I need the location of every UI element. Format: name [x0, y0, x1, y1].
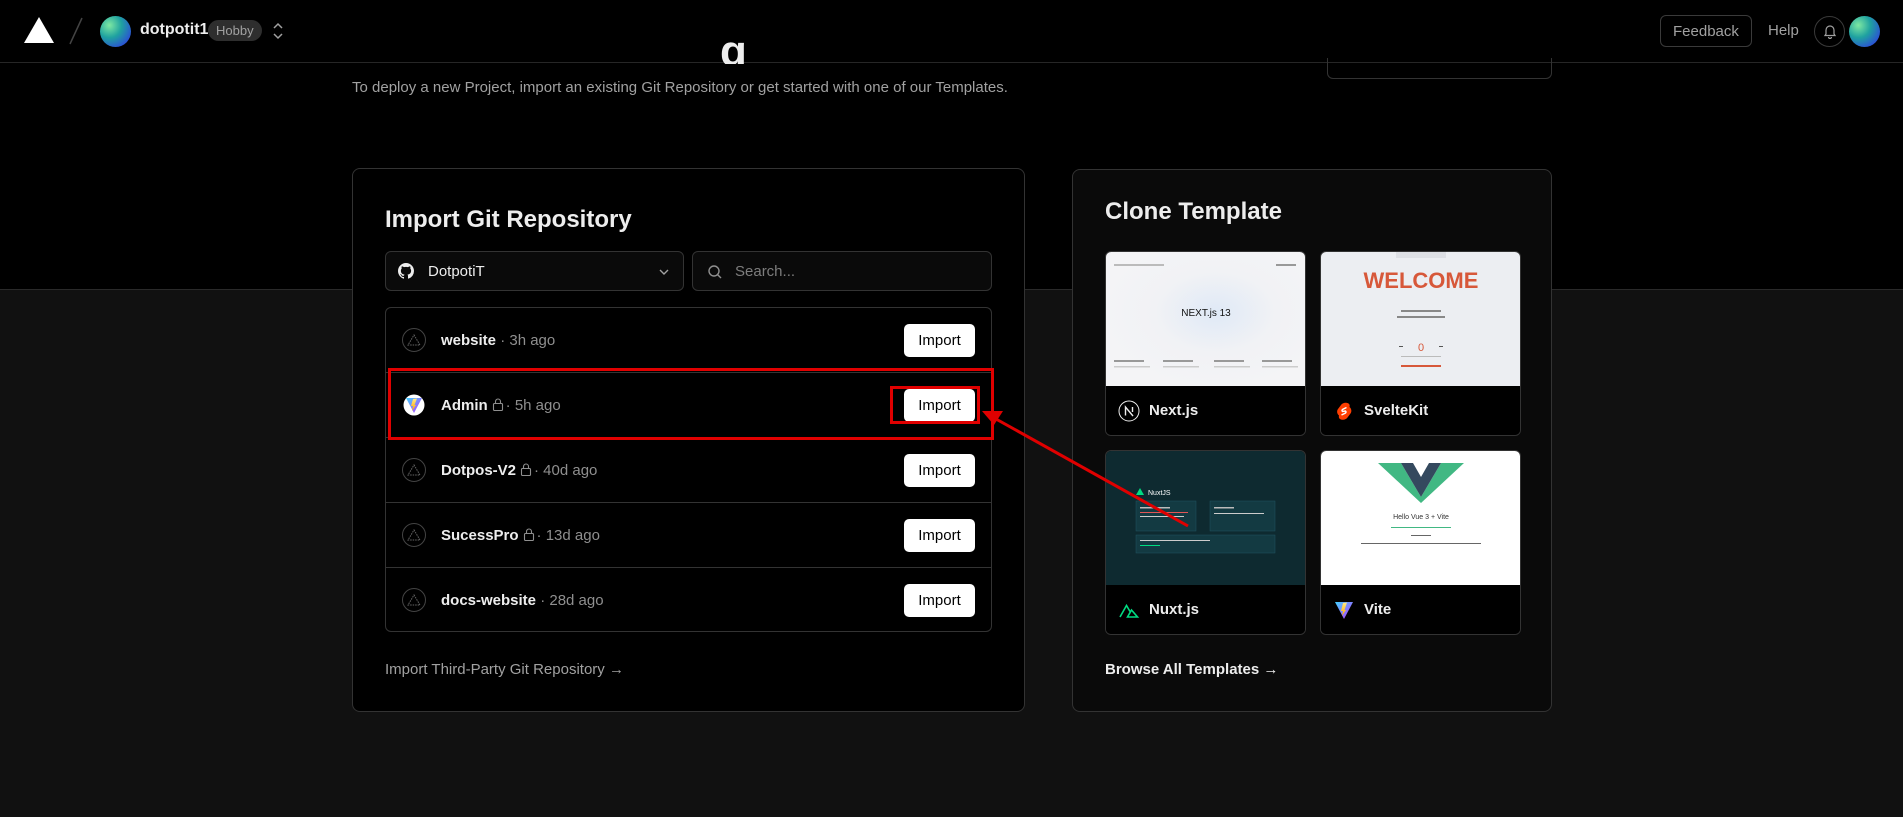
vercel-icon: [402, 328, 426, 352]
template-tile-vite[interactable]: Hello Vue 3 + Vite Vite: [1320, 450, 1521, 635]
clone-template-title: Clone Template: [1105, 198, 1282, 225]
repo-name[interactable]: docs-website · 28d ago: [441, 592, 604, 609]
page-title: g: [720, 30, 747, 64]
repo-row-admin: Admin · 5h ago Import: [386, 373, 991, 438]
template-tile-nuxtjs[interactable]: NuxtJS Nuxt.js: [1105, 450, 1306, 635]
plan-badge: Hobby: [208, 20, 262, 41]
repo-row-dotpos-v2: Dotpos-V2 · 40d ago Import: [386, 438, 991, 503]
template-name: Next.js: [1149, 402, 1199, 419]
chevron-up-down-icon[interactable]: [271, 20, 285, 42]
import-button[interactable]: Import: [904, 454, 975, 487]
clone-template-card: Clone Template NEXT.js 13 Next.js WELCOM…: [1072, 169, 1552, 712]
import-button[interactable]: Import: [904, 324, 975, 357]
chevron-down-icon: [659, 269, 669, 275]
sveltekit-preview-image: WELCOME 0: [1321, 252, 1520, 386]
repo-row-website: website · 3h ago Import: [386, 308, 991, 373]
template-name: Vite: [1364, 601, 1392, 618]
github-icon: [398, 263, 414, 279]
template-name: Nuxt.js: [1149, 601, 1200, 618]
template-footer: Nuxt.js: [1106, 585, 1305, 634]
search-icon: [708, 265, 722, 279]
top-navbar: dotpotit1 Hobby Feedback Help: [0, 0, 1903, 63]
lock-icon: [520, 463, 532, 476]
nextjs-preview-image: NEXT.js 13: [1106, 252, 1305, 386]
vercel-logo-icon[interactable]: [24, 17, 54, 43]
template-footer: Vite: [1321, 585, 1520, 634]
user-avatar[interactable]: [1849, 16, 1880, 47]
repo-name[interactable]: Dotpos-V2 · 40d ago: [441, 462, 597, 479]
template-tile-sveltekit[interactable]: WELCOME 0 SvelteKit: [1320, 251, 1521, 436]
repo-name[interactable]: SucessPro · 13d ago: [441, 527, 600, 544]
import-third-party-link[interactable]: Import Third-Party Git Repository →: [385, 661, 624, 678]
git-scope-select[interactable]: DotpotiT: [385, 251, 684, 291]
vercel-icon: [402, 523, 426, 547]
team-avatar[interactable]: [100, 16, 131, 47]
feedback-button[interactable]: Feedback: [1660, 15, 1752, 47]
svg-text:Hello Vue 3 + Vite: Hello Vue 3 + Vite: [1393, 514, 1449, 521]
svg-text:WELCOME: WELCOME: [1364, 268, 1479, 293]
git-scope-label: DotpotiT: [428, 263, 485, 280]
template-footer: SvelteKit: [1321, 386, 1520, 435]
vite-preview-image: Hello Vue 3 + Vite: [1321, 451, 1520, 585]
repo-name[interactable]: Admin · 5h ago: [441, 397, 561, 414]
template-name: SvelteKit: [1364, 402, 1429, 419]
bell-icon: [1823, 25, 1836, 39]
svg-text:0: 0: [1418, 342, 1424, 354]
repo-list: website · 3h ago Import Admin · 5h ago Im…: [385, 307, 992, 632]
page-subtitle: To deploy a new Project, import an exist…: [352, 79, 1008, 96]
import-git-repository-card: Import Git Repository DotpotiT website ·…: [352, 168, 1025, 712]
lock-icon: [492, 398, 503, 411]
vercel-icon: [402, 588, 426, 612]
svelte-icon: [1337, 402, 1352, 420]
template-footer: Next.js: [1106, 386, 1305, 435]
nuxtjs-preview-image: NuxtJS: [1106, 451, 1305, 585]
svg-text:NEXT.js 13: NEXT.js 13: [1181, 308, 1231, 319]
template-tile-nextjs[interactable]: NEXT.js 13 Next.js: [1105, 251, 1306, 436]
notifications-button[interactable]: [1814, 16, 1845, 47]
repo-row-docs-website: docs-website · 28d ago Import: [386, 568, 991, 631]
nextjs-icon: [1118, 400, 1140, 422]
partial-input-field[interactable]: [1327, 58, 1552, 79]
repo-search-box: [692, 251, 992, 291]
repo-search-input[interactable]: [735, 260, 975, 282]
vite-icon: [1335, 602, 1353, 619]
repo-row-sucesspro: SucessPro · 13d ago Import: [386, 503, 991, 568]
import-card-title: Import Git Repository: [385, 206, 632, 233]
import-button[interactable]: Import: [904, 389, 975, 422]
vite-icon: [402, 393, 426, 417]
repo-name[interactable]: website · 3h ago: [441, 332, 555, 349]
browse-all-templates-link[interactable]: Browse All Templates →: [1105, 661, 1278, 678]
help-link[interactable]: Help: [1768, 22, 1799, 39]
team-name[interactable]: dotpotit1: [140, 21, 208, 39]
breadcrumb-separator-icon: [69, 17, 83, 45]
vercel-icon: [402, 458, 426, 482]
import-button[interactable]: Import: [904, 519, 975, 552]
lock-icon: [523, 528, 534, 541]
import-button[interactable]: Import: [904, 584, 975, 617]
nuxt-icon: [1119, 603, 1140, 618]
svg-text:NuxtJS: NuxtJS: [1148, 490, 1171, 497]
